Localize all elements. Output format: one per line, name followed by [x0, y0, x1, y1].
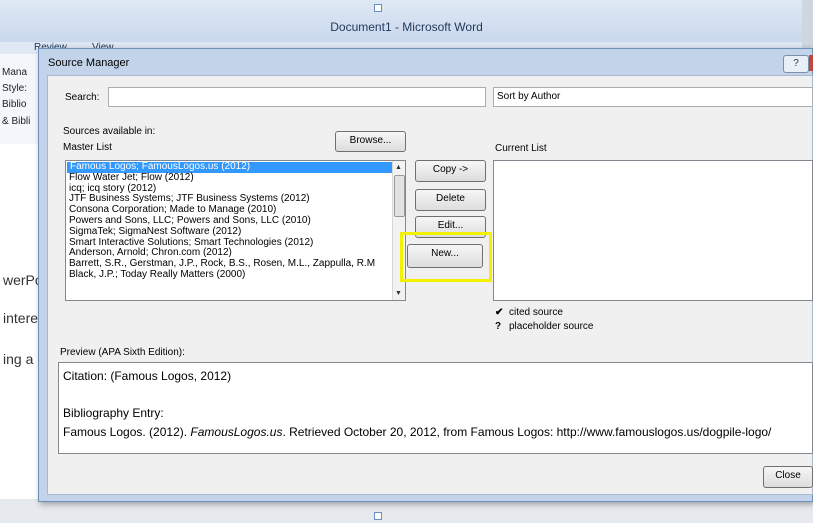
doc-text-fragment: intere — [3, 310, 39, 326]
current-list-label: Current List — [495, 143, 547, 154]
sources-available-label: Sources available in: — [63, 126, 156, 137]
style-selector[interactable]: Style: — [2, 83, 27, 94]
close-window-button[interactable] — [809, 55, 813, 71]
source-list-item[interactable]: Flow Water Jet; Flow (2012) — [66, 172, 405, 184]
scroll-down-icon[interactable]: ▼ — [395, 290, 402, 297]
source-list-item[interactable]: SigmaTek; SigmaNest Software (2012) — [66, 226, 405, 238]
citation-preview: Citation: (Famous Logos, 2012) — [63, 369, 232, 383]
sort-dropdown[interactable]: Sort by Author — [493, 87, 813, 107]
checkmark-icon: ✔ — [495, 307, 504, 318]
dialog-titlebar[interactable]: Source Manager ? — [39, 49, 813, 75]
help-button[interactable]: ? — [783, 55, 809, 73]
legend-cited: ✔ cited source — [495, 307, 563, 318]
preview-label: Preview (APA Sixth Edition): — [60, 347, 185, 358]
close-button[interactable]: Close — [763, 466, 813, 488]
dialog-title: Source Manager — [48, 57, 130, 69]
scroll-thumb[interactable] — [394, 175, 405, 217]
copy-button[interactable]: Copy -> — [415, 160, 486, 182]
delete-button[interactable]: Delete — [415, 189, 486, 211]
word-title-bar: Document1 - Microsoft Word — [0, 0, 813, 42]
source-list-item[interactable]: Black, J.P.; Today Really Matters (2000) — [66, 269, 405, 281]
scroll-up-icon[interactable]: ▲ — [395, 164, 402, 171]
bibliography-button[interactable]: Biblio — [2, 99, 26, 110]
highlight-annotation — [400, 232, 492, 282]
citations-group-label: & Bibli — [2, 116, 31, 127]
master-list-label: Master List — [63, 142, 112, 153]
browse-button[interactable]: Browse... — [335, 131, 406, 152]
legend-placeholder: ? placeholder source — [495, 321, 594, 332]
search-input[interactable] — [108, 87, 486, 107]
word-window-title: Document1 - Microsoft Word — [330, 20, 483, 34]
manage-sources-button[interactable]: Mana — [2, 67, 27, 78]
master-source-list[interactable]: Famous Logos; FamousLogos.us (2012) Flow … — [65, 160, 406, 301]
bibliography-entry: Famous Logos. (2012). FamousLogos.us. Re… — [63, 425, 772, 439]
search-label: Search: — [65, 92, 100, 103]
current-source-list[interactable] — [493, 160, 813, 301]
bibliography-heading: Bibliography Entry: — [63, 406, 164, 420]
doc-text-fragment: werPo — [3, 272, 43, 288]
page-marker-bottom — [374, 512, 382, 520]
question-mark-icon: ? — [495, 321, 502, 332]
page-marker-top — [374, 4, 382, 12]
preview-box: Citation: (Famous Logos, 2012) Bibliogra… — [58, 362, 813, 454]
word-status-area — [0, 499, 813, 523]
